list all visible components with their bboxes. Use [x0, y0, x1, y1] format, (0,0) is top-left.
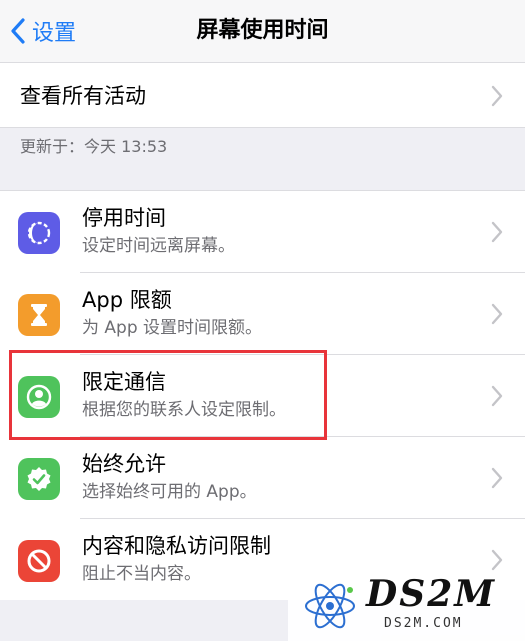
atom-logo-icon — [305, 583, 355, 629]
page-title: 屏幕使用时间 — [196, 18, 329, 43]
watermark-url: DS2M.COM — [384, 616, 463, 631]
chevron-right-icon — [491, 221, 503, 243]
chevron-right-icon — [491, 467, 503, 489]
list-item-title: 停用时间 — [82, 206, 166, 230]
watermark: DS2M DS2M.COM — [288, 572, 525, 641]
navigation-bar: 设置 屏幕使用时间 — [0, 0, 525, 62]
chevron-right-icon — [491, 303, 503, 325]
see-all-activity-label: 查看所有活动 — [20, 84, 146, 108]
see-all-activity-row[interactable]: 查看所有活动 — [0, 62, 525, 128]
list-item-app-limits[interactable]: App 限额 为 App 设置时间限额。 — [0, 273, 525, 355]
list-item-title: 内容和隐私访问限制 — [82, 534, 271, 558]
checkmark-badge-icon — [18, 458, 60, 500]
list-item-title: App 限额 — [82, 288, 172, 312]
list-item-subtitle: 选择始终可用的 App。 — [82, 482, 257, 502]
downtime-icon — [18, 212, 60, 254]
last-updated-text: 更新于：今天 13:53 — [20, 137, 168, 156]
hourglass-icon — [18, 294, 60, 336]
list-item-title: 始终允许 — [82, 452, 166, 476]
list-item-downtime[interactable]: 停用时间 设定时间远离屏幕。 — [0, 191, 525, 273]
list-item-subtitle: 为 App 设置时间限额。 — [82, 318, 263, 338]
chevron-right-icon — [491, 85, 503, 107]
list-item-subtitle: 阻止不当内容。 — [82, 564, 201, 584]
chevron-right-icon — [491, 549, 503, 571]
watermark-text: DS2M — [366, 573, 497, 615]
chevron-right-icon — [491, 385, 503, 407]
list-item-always-allowed[interactable]: 始终允许 选择始终可用的 App。 — [0, 437, 525, 519]
highlight-annotation-box — [9, 350, 327, 440]
list-item-subtitle: 设定时间远离屏幕。 — [82, 236, 235, 256]
restriction-icon — [18, 540, 60, 582]
